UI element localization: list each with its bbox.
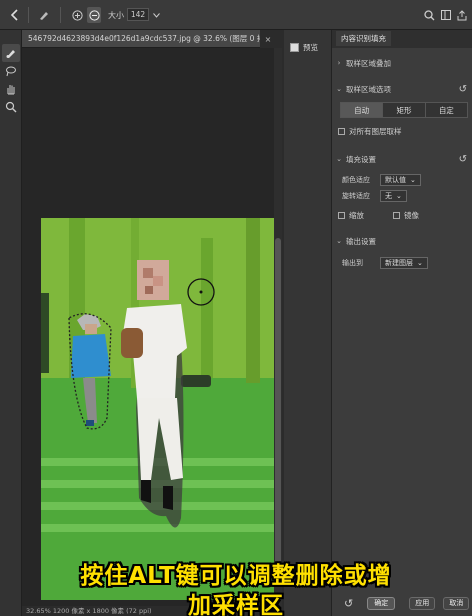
content-aware-fill-panel: 内容识别填充 › 取样区域叠加 ⌄ 取样区域选项 ↺ 自动 矩形 自定 对所有图… <box>332 30 472 616</box>
mirror-label: 镜像 <box>404 210 419 220</box>
output-to-value: 新建图层 <box>385 259 413 267</box>
mode-auto-button[interactable]: 自动 <box>341 103 384 117</box>
brush-tool-icon[interactable] <box>36 0 52 30</box>
close-icon[interactable]: × <box>262 30 274 48</box>
output-to-select[interactable]: 新建图层 ⌄ <box>380 257 428 269</box>
output-to-row: 输出到 新建图层 ⌄ <box>332 254 472 272</box>
mode-rectangle-button[interactable]: 矩形 <box>383 103 426 117</box>
divider <box>60 7 61 23</box>
lasso-icon[interactable] <box>2 62 20 80</box>
share-icon[interactable] <box>456 0 468 30</box>
search-icon[interactable] <box>422 0 436 30</box>
back-arrow-icon[interactable] <box>6 0 24 30</box>
sample-all-layers-label: 对所有图层取样 <box>349 126 402 136</box>
sample-all-layers-row[interactable]: 对所有图层取样 <box>332 122 472 140</box>
output-to-label: 输出到 <box>342 259 363 267</box>
chevron-down-icon: ⌄ <box>336 155 342 163</box>
sampling-mode-segmented: 自动 矩形 自定 <box>340 102 468 118</box>
mirror-checkbox[interactable] <box>393 211 400 219</box>
document-tab[interactable]: 546792d4623893d4e0f126d1a9cdc537.jpg @ 3… <box>22 30 260 48</box>
preview-panel: 预览 <box>284 30 332 616</box>
toolbox <box>0 30 22 616</box>
chevron-down-icon: ⌄ <box>396 192 402 200</box>
add-mode-icon[interactable] <box>70 0 84 30</box>
rotation-adapt-row: 旋转适应 无 ⌄ <box>332 187 472 205</box>
brush-icon[interactable] <box>2 44 20 62</box>
chevron-right-icon: › <box>337 59 341 67</box>
zoom-icon[interactable] <box>2 98 20 116</box>
hand-icon[interactable] <box>2 80 20 98</box>
rotation-adapt-value: 无 <box>385 192 392 200</box>
section-sampling-overlay[interactable]: › 取样区域叠加 <box>332 54 472 72</box>
scale-mirror-row: 缩放 镜像 <box>332 206 472 224</box>
subtitle-line-2: 加采样区 <box>188 593 284 616</box>
color-adapt-value: 默认值 <box>385 176 406 184</box>
preview-toggle[interactable]: 预览 <box>290 42 318 53</box>
chevron-down-icon: ⌄ <box>336 237 342 245</box>
section-sampling-options[interactable]: ⌄ 取样区域选项 ↺ <box>332 80 472 98</box>
subtract-mode-icon[interactable] <box>87 7 101 23</box>
scale-label: 缩放 <box>349 210 364 220</box>
reset-icon[interactable]: ↺ <box>459 84 467 95</box>
mode-custom-button[interactable]: 自定 <box>426 103 467 117</box>
document-image[interactable] <box>41 218 274 600</box>
chevron-down-icon[interactable] <box>151 0 161 30</box>
section-label: 取样区域叠加 <box>346 58 391 68</box>
divider <box>28 7 29 23</box>
chevron-down-icon: ⌄ <box>410 176 416 184</box>
panel-title: 内容识别填充 <box>332 30 472 48</box>
section-fill-settings[interactable]: ⌄ 填充设置 ↺ <box>332 150 472 168</box>
section-label: 取样区域选项 <box>346 84 391 94</box>
color-adapt-label: 颜色适应 <box>342 176 370 184</box>
sample-all-layers-checkbox[interactable] <box>338 127 345 135</box>
chevron-down-icon: ⌄ <box>336 85 342 93</box>
scale-checkbox[interactable] <box>338 211 345 219</box>
options-bar: 大小 142 <box>0 0 472 30</box>
chevron-down-icon: ⌄ <box>417 259 423 267</box>
reset-icon[interactable]: ↺ <box>459 154 467 165</box>
scrollbar-thumb[interactable] <box>275 238 281 568</box>
rotation-adapt-label: 旋转适应 <box>342 192 370 200</box>
panel-title-text: 内容识别填充 <box>336 31 391 46</box>
size-label: 大小 <box>108 10 124 20</box>
color-adapt-select[interactable]: 默认值 ⌄ <box>380 174 421 186</box>
preview-checkbox-icon[interactable] <box>290 43 299 52</box>
canvas-scrollbar[interactable] <box>274 48 282 606</box>
rotation-adapt-select[interactable]: 无 ⌄ <box>380 190 407 202</box>
section-output-settings[interactable]: ⌄ 输出设置 <box>332 232 472 250</box>
section-label: 填充设置 <box>346 154 376 164</box>
preview-label: 预览 <box>303 43 318 52</box>
size-input[interactable]: 142 <box>127 8 149 21</box>
section-label: 输出设置 <box>346 236 376 246</box>
subtitle-line-1: 按住ALT键可以调整删除或增 <box>80 563 392 589</box>
workspace-icon[interactable] <box>440 0 452 30</box>
